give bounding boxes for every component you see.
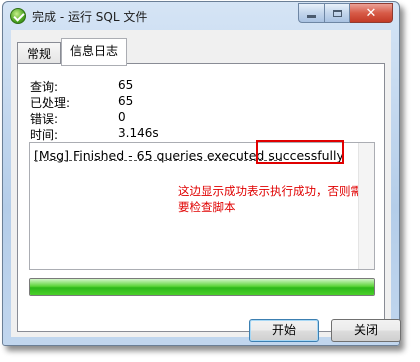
stat-label: 已处理: [30,96,71,110]
dialog-body: 常规 信息日志 查询: 65 已处理: 65 错误: 0 时间: 3.146s … [11,30,401,342]
caption-buttons: ✕ [298,3,393,23]
stat-row-errors: 错误: 0 [30,110,230,126]
success-highlight-box [256,140,344,164]
stat-value: 65 [118,78,134,92]
progress-bar [29,278,375,296]
tab-general[interactable]: 常规 [17,42,61,65]
start-button[interactable]: 开始 [249,319,319,342]
minimize-button[interactable] [298,3,325,23]
annotation-note: 这边显示成功表示执行成功，否则需要检查脚本 [178,184,362,214]
close-button[interactable]: 关闭 [331,319,401,342]
stat-label: 时间: [30,128,59,142]
window-title: 完成 - 运行 SQL 文件 [32,10,148,24]
log-scrollbar[interactable] [358,143,374,269]
run-sql-dialog: 完成 - 运行 SQL 文件 ✕ 常规 信息日志 查询: 65 已处理: 65 … [2,1,401,346]
stat-value: 65 [118,94,134,108]
progress-fill [30,279,374,295]
stat-label: 查询: [30,80,59,94]
log-separator [34,160,282,161]
dialog-frame: 完成 - 运行 SQL 文件 ✕ 常规 信息日志 查询: 65 已处理: 65 … [2,1,404,350]
tab-message-log[interactable]: 信息日志 [61,38,127,66]
stat-label: 错误: [30,112,59,126]
run-stats: 查询: 65 已处理: 65 错误: 0 时间: 3.146s [30,78,230,142]
close-icon: ✕ [365,5,377,21]
navicat-app-icon [10,8,26,24]
stat-row-processed: 已处理: 65 [30,94,230,110]
minimize-icon [307,14,316,18]
message-log-panel: 查询: 65 已处理: 65 错误: 0 时间: 3.146s [Msg] Fi… [17,63,385,332]
stat-value: 3.146s [118,126,159,140]
maximize-button[interactable] [325,3,350,23]
stat-row-queries: 查询: 65 [30,78,230,94]
log-textarea[interactable]: [Msg] Finished - 65 queries executed suc… [29,140,375,270]
title-bar[interactable]: 完成 - 运行 SQL 文件 ✕ [3,2,399,30]
stat-row-time: 时间: 3.146s [30,126,230,142]
close-window-button[interactable]: ✕ [350,3,393,23]
maximize-icon [332,9,342,17]
stat-value: 0 [118,110,126,124]
